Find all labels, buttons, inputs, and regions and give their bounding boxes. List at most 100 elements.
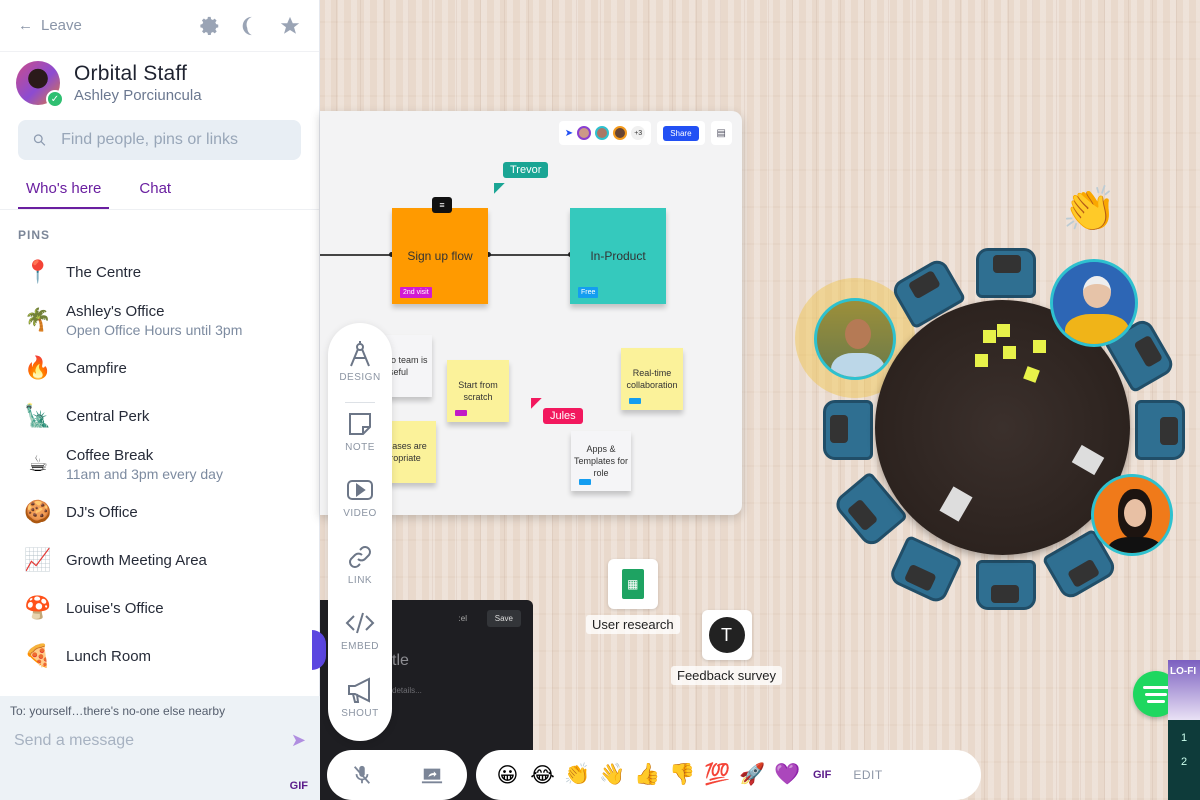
sticky-note[interactable]: Apps & Templates for role <box>571 431 631 491</box>
more-collaborators-count[interactable]: +3 <box>631 126 646 140</box>
chat-composer: To: yourself…there's no-one else nearby … <box>0 696 320 800</box>
reaction-rocket[interactable]: 🚀 <box>735 763 770 787</box>
sticky-tag: Free <box>578 286 599 298</box>
sticky-pad <box>975 354 988 367</box>
pin-item[interactable]: 🗽 Central Perk <box>0 392 319 440</box>
track-number[interactable]: 2 <box>1168 756 1200 768</box>
pin-item[interactable]: 🍪 DJ's Office <box>0 488 319 536</box>
sticky-tag <box>629 398 641 404</box>
connector-line <box>320 254 392 256</box>
share-button[interactable]: Share <box>663 125 699 141</box>
chair <box>976 560 1036 610</box>
app-tile-user-research[interactable]: ▦ User research <box>586 559 680 634</box>
reaction-wave[interactable]: 👋 <box>595 763 630 787</box>
participant-avatar[interactable] <box>1050 259 1138 347</box>
sticky-note[interactable]: Real-time collaboration <box>621 348 683 410</box>
pin-name: The Centre <box>66 263 142 281</box>
reaction-100[interactable]: 💯 <box>700 763 735 787</box>
tool-note[interactable]: NOTE <box>345 409 375 476</box>
cursor-label-trevor: Trevor <box>503 162 549 178</box>
pin-item[interactable]: 🍄 Louise's Office <box>0 584 319 632</box>
tool-link[interactable]: LINK <box>345 542 375 609</box>
reaction-joy[interactable]: 😂 <box>525 763 560 788</box>
collaborator-avatar[interactable] <box>613 126 628 140</box>
sticky-note[interactable]: Sign up flow 2nd visit <box>392 208 488 304</box>
message-input[interactable] <box>14 731 274 750</box>
pin-icon: 🔥 <box>24 355 52 380</box>
typeform-glyph: T <box>708 617 745 653</box>
reaction-gif-button[interactable]: GIF <box>813 769 831 781</box>
cancel-button[interactable]: :el <box>459 614 467 623</box>
tool-video[interactable]: VIDEO <box>343 475 377 542</box>
tool-shout[interactable]: SHOUT <box>341 675 379 742</box>
clap-reaction: 👏 <box>1062 185 1117 234</box>
app-label: User research <box>586 615 680 634</box>
pin-icon: 🍕 <box>24 643 52 668</box>
search-field[interactable] <box>18 120 301 160</box>
compass-icon <box>350 341 370 367</box>
tool-design[interactable]: DESIGN <box>339 339 380 406</box>
user-name: Ashley Porciuncula <box>74 87 202 104</box>
track-number[interactable]: 1 <box>1168 732 1200 744</box>
pin-icon: ☕ <box>28 451 48 476</box>
reaction-clap[interactable]: 👏 <box>560 763 595 787</box>
pin-icon: 🗽 <box>24 403 52 428</box>
typeform-icon: T <box>701 610 752 660</box>
send-icon[interactable]: ➤ <box>291 730 306 751</box>
app-tile-feedback-survey[interactable]: T Feedback survey <box>671 610 782 685</box>
screenshare-icon[interactable] <box>421 764 443 786</box>
sticky-text: Apps & Templates for role <box>573 443 629 479</box>
pin-item[interactable]: 📍 The Centre <box>0 248 319 296</box>
pin-icon: 🌴 <box>24 307 52 332</box>
participant-avatar[interactable] <box>1091 474 1173 556</box>
gear-icon[interactable] <box>199 15 221 37</box>
star-icon[interactable] <box>279 15 301 37</box>
google-sheets-icon: ▦ <box>607 559 658 609</box>
pin-item[interactable]: 🔥 Campfire <box>0 344 319 392</box>
collaborator-avatar[interactable] <box>577 126 592 140</box>
tool-embed[interactable]: EMBED <box>341 608 379 675</box>
pin-icon: 🍪 <box>24 499 52 524</box>
reaction-thumbs-down[interactable]: 👎 <box>665 763 700 787</box>
save-button[interactable]: Save <box>486 610 521 627</box>
pin-item[interactable]: 📈 Growth Meeting Area <box>0 536 319 584</box>
playlist-cover: LO-FI <box>1168 660 1200 720</box>
notebook <box>939 486 973 522</box>
tab-whos-here[interactable]: Who's here <box>18 174 110 209</box>
search-input[interactable] <box>61 131 287 149</box>
link-icon <box>349 545 371 568</box>
comment-icon[interactable]: ≡ <box>432 197 452 213</box>
sticky-text: In-Product <box>590 248 646 263</box>
pin-subtitle: 11am and 3pm every day <box>66 465 223 482</box>
avatar[interactable]: ✓ <box>16 61 64 108</box>
details-field[interactable]: details... <box>392 686 422 695</box>
search-icon <box>33 134 46 146</box>
sticky-note[interactable]: In-Product Free <box>570 208 666 304</box>
title-field[interactable]: tle <box>392 652 409 670</box>
tool-label: EMBED <box>340 641 380 652</box>
sticky-text: Real-time collaboration <box>626 367 678 390</box>
tool-label: NOTE <box>345 441 375 453</box>
sticky-note[interactable]: Start from scratch <box>447 360 509 422</box>
participant-avatar[interactable] <box>814 298 896 380</box>
tab-chat[interactable]: Chat <box>131 174 179 209</box>
leave-button[interactable]: ← Leave <box>18 17 82 34</box>
reaction-grin[interactable]: 😀 <box>490 763 525 788</box>
collaborator-avatar[interactable] <box>595 126 610 140</box>
pin-item[interactable]: 🍕 Lunch Room <box>0 632 319 680</box>
pin-item[interactable]: ☕ Coffee Break 11am and 3pm every day <box>0 440 319 488</box>
mic-muted-icon[interactable] <box>351 764 373 786</box>
gif-button[interactable]: GIF <box>290 780 308 792</box>
reaction-thumbs-up[interactable]: 👍 <box>630 763 665 787</box>
pin-item[interactable]: 🌴 Ashley's Office Open Office Hours until … <box>0 296 319 344</box>
sticky-pad <box>997 324 1010 337</box>
divider <box>345 401 375 403</box>
notes-icon[interactable]: ▤ <box>717 128 726 139</box>
spotify-playlist-panel[interactable]: LO-FI 1 2 <box>1168 660 1200 800</box>
moon-icon[interactable] <box>239 15 261 37</box>
media-controls <box>327 750 467 800</box>
pin-name: Louise's Office <box>66 599 164 617</box>
note-icon <box>349 412 371 435</box>
edit-reactions-button[interactable]: EDIT <box>853 768 882 782</box>
reaction-purple-heart[interactable]: 💜 <box>770 763 805 787</box>
